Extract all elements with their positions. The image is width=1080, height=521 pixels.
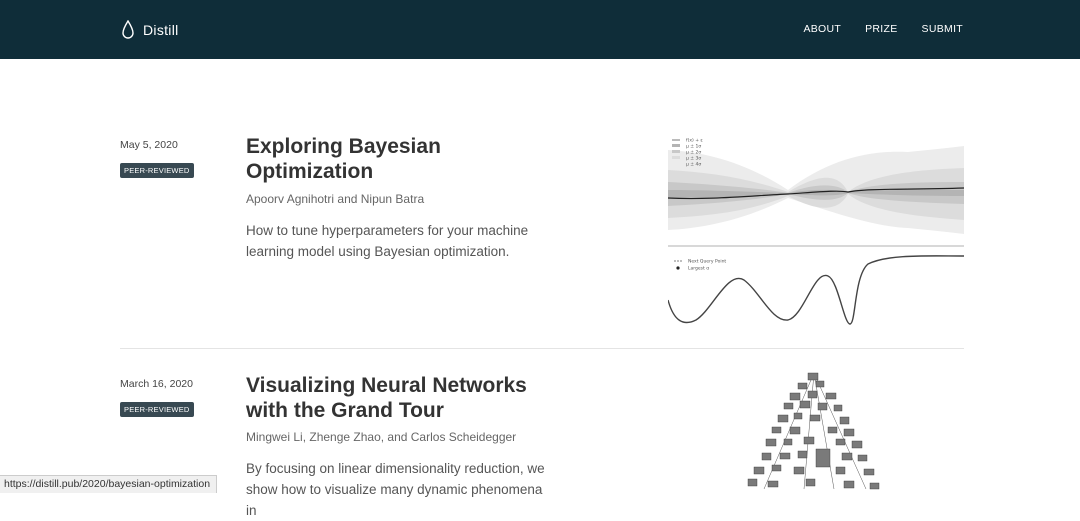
article-card[interactable]: March 16, 2020 PEER-REVIEWED Visualizing… [120, 0, 964, 518]
article-title[interactable]: Visualizing Neural Networks with the Gra… [246, 373, 566, 423]
article-description: By focusing on linear dimensionality red… [246, 461, 545, 518]
link-status-bar: https://distill.pub/2020/bayesian-optimi… [0, 475, 218, 493]
article-thumbnail[interactable] [744, 369, 884, 493]
peer-reviewed-badge: PEER-REVIEWED [120, 402, 194, 417]
article-authors: Mingwei Li, Zhenge Zhao, and Carlos Sche… [246, 430, 517, 444]
article-date: March 16, 2020 [120, 378, 193, 390]
